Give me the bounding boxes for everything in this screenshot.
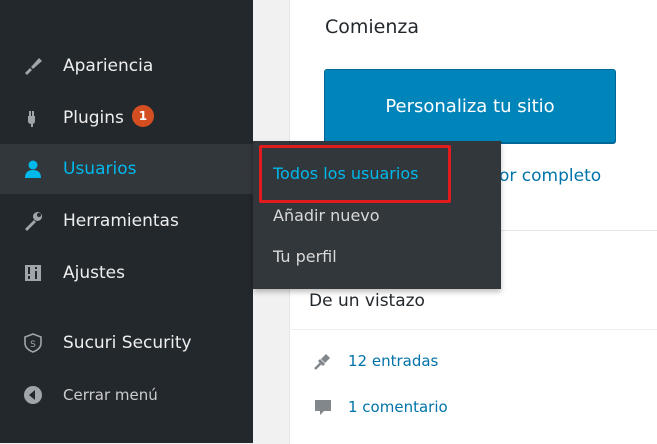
submenu-pointer	[243, 160, 253, 180]
wrench-icon	[22, 210, 44, 232]
menu-label: Herramientas	[63, 211, 179, 231]
admin-sidebar: Apariencia Plugins 1 Usuarios Herramienta…	[0, 0, 253, 443]
theme-link[interactable]: or completo	[499, 166, 601, 186]
menu-label: Plugins 1	[63, 105, 154, 129]
menu-label: Sucuri Security	[63, 333, 192, 353]
comments-count-label: 1 comentario	[348, 398, 448, 416]
update-count-badge: 1	[131, 105, 154, 127]
menu-label: Apariencia	[63, 56, 154, 76]
customize-site-button[interactable]: Personaliza tu sitio	[324, 69, 616, 143]
users-icon	[22, 158, 44, 180]
welcome-heading: Comienza	[325, 16, 420, 38]
svg-text:S: S	[30, 340, 36, 350]
widget-divider	[289, 329, 657, 330]
submenu-item-profile[interactable]: Tu perfil	[273, 247, 337, 266]
menu-item-apariencia[interactable]: Apariencia	[0, 41, 253, 91]
paintbrush-icon	[22, 55, 44, 77]
collapse-arrow-icon	[22, 384, 44, 406]
posts-count-label: 12 entradas	[348, 352, 439, 370]
comment-icon	[312, 396, 334, 418]
menu-label: Ajustes	[63, 263, 125, 283]
collapse-menu-button[interactable]: Cerrar menú	[0, 370, 253, 420]
settings-icon	[22, 262, 44, 284]
plugin-icon	[22, 107, 44, 129]
menu-item-plugins[interactable]: Plugins 1	[0, 93, 253, 143]
collapse-label: Cerrar menú	[63, 386, 158, 404]
highlight-box	[259, 145, 451, 203]
posts-count-link[interactable]: 12 entradas	[312, 350, 438, 372]
submenu-item-add-new[interactable]: Añadir nuevo	[273, 206, 380, 225]
menu-item-usuarios[interactable]: Usuarios	[0, 144, 253, 194]
menu-item-ajustes[interactable]: Ajustes	[0, 248, 253, 298]
comments-count-link[interactable]: 1 comentario	[312, 396, 448, 418]
widget-title: De un vistazo	[309, 291, 425, 311]
shield-icon: S	[22, 332, 44, 354]
plugins-label: Plugins	[63, 108, 124, 128]
menu-item-sucuri[interactable]: S Sucuri Security	[0, 318, 253, 368]
menu-label: Usuarios	[63, 159, 137, 179]
pushpin-icon	[312, 350, 334, 372]
menu-item-herramientas[interactable]: Herramientas	[0, 196, 253, 246]
